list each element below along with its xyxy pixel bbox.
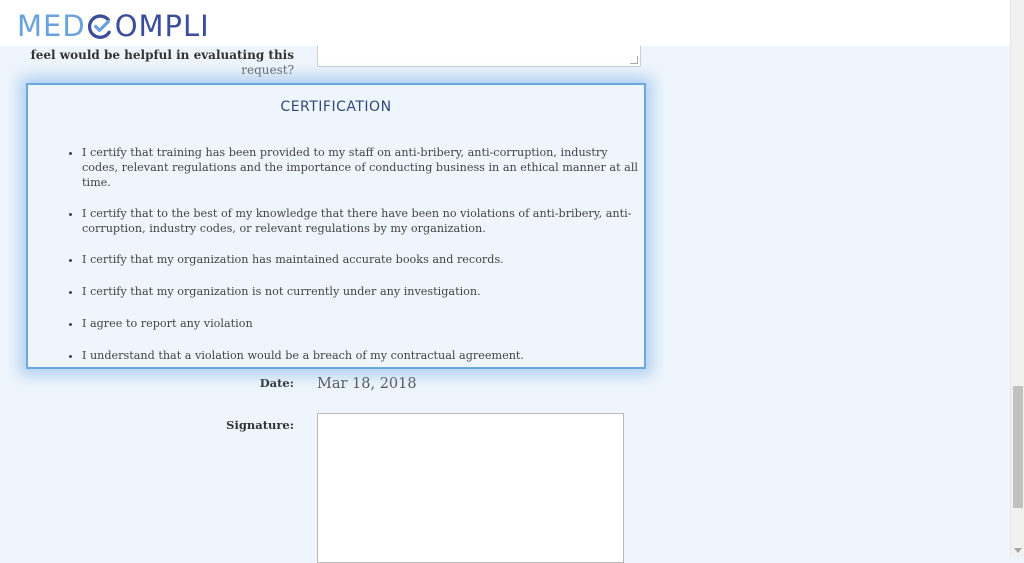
medcompli-logo[interactable]: MED OMPLI <box>17 10 210 42</box>
certification-item: I agree to report any violation <box>82 316 642 331</box>
logo-text-ompli: OMPLI <box>114 8 210 43</box>
logo-text-med: MED <box>17 8 86 43</box>
certification-panel: CERTIFICATION I certify that training ha… <box>26 83 646 369</box>
scroll-down-arrow-icon[interactable] <box>1014 548 1022 553</box>
certification-item: I understand that a violation would be a… <box>82 348 642 363</box>
certification-item: I certify that my organization has maint… <box>82 252 642 267</box>
scrollbar-thumb[interactable] <box>1013 386 1023 508</box>
certification-item: I certify that my organization is not cu… <box>82 284 642 299</box>
site-header: MED OMPLI <box>0 0 1010 46</box>
certification-item: I certify that training has been provide… <box>82 145 642 190</box>
certification-title: CERTIFICATION <box>280 99 392 115</box>
question-label-line2: request? <box>241 63 294 77</box>
check-c-logo-icon <box>87 13 111 39</box>
question-label-line1: feel would be helpful in evaluating this <box>30 48 294 62</box>
signature-pad[interactable] <box>317 413 624 563</box>
signature-label: Signature: <box>226 418 294 432</box>
certification-list: I certify that training has been provide… <box>58 145 642 379</box>
question-label: feel would be helpful in evaluating this… <box>0 48 294 78</box>
certification-item: I certify that to the best of my knowled… <box>82 206 642 236</box>
page: MED OMPLI feel would be helpful in evalu… <box>0 0 1010 563</box>
resize-handle-icon[interactable] <box>630 56 638 64</box>
vertical-scrollbar[interactable] <box>1010 0 1024 557</box>
